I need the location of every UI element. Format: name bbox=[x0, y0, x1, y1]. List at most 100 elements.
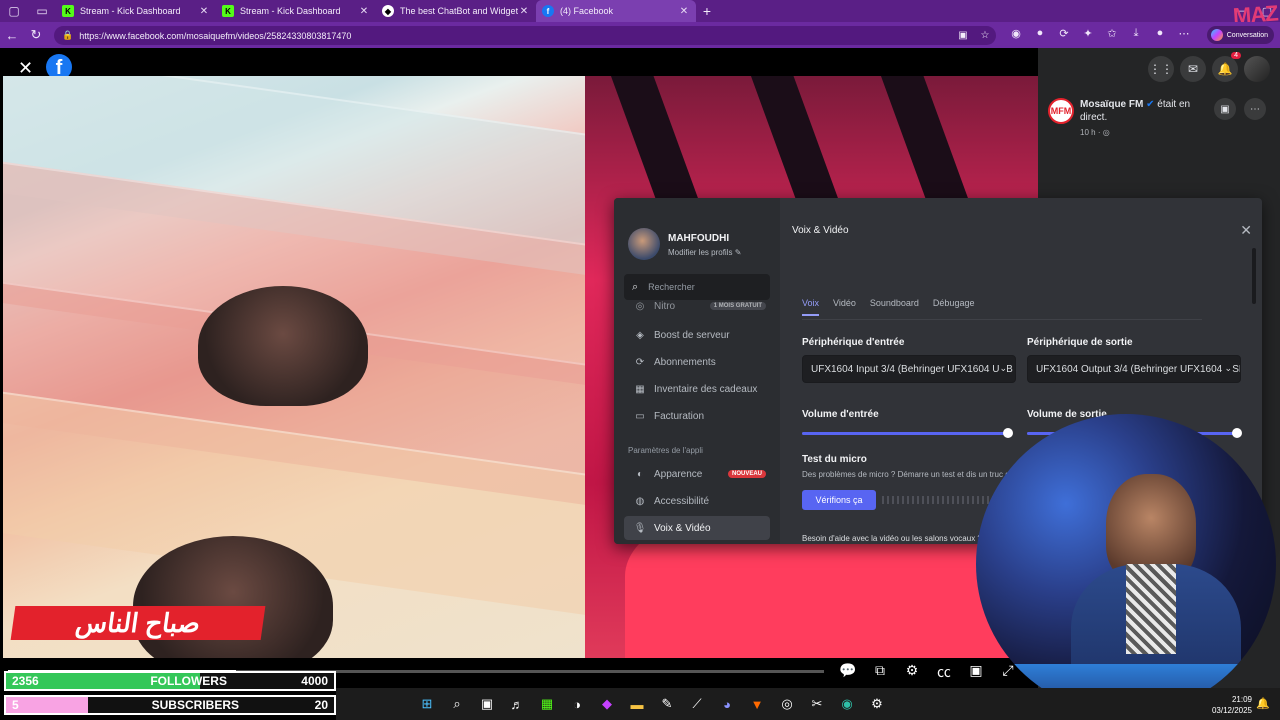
copilot-icon[interactable]: ◆ bbox=[592, 694, 622, 714]
verified-icon: ✔ bbox=[1146, 99, 1158, 110]
nav-item-server-boost[interactable]: ◈ Boost de serveur bbox=[624, 323, 770, 347]
nav-item-subscriptions[interactable]: ⟳ Abonnements bbox=[624, 350, 770, 374]
search-placeholder: Rechercher bbox=[648, 282, 695, 292]
more-options-icon[interactable]: ⋯ bbox=[1244, 98, 1266, 120]
tab-actions-icon[interactable]: ▭ bbox=[28, 0, 56, 22]
brave-icon[interactable]: ▼ bbox=[742, 694, 772, 714]
extension-icon[interactable]: ◉ bbox=[1004, 27, 1028, 40]
tab-title: Stream - Kick Dashboard bbox=[240, 6, 341, 16]
input-volume-slider[interactable] bbox=[802, 428, 1013, 438]
file-explorer-icon[interactable]: ▬ bbox=[622, 694, 652, 714]
url-field[interactable]: 🔒 https://www.facebook.com/mosaiquefm/vi… bbox=[54, 26, 996, 45]
settings-gear-icon[interactable]: ⚙ bbox=[862, 694, 892, 714]
messenger-icon[interactable]: ✉ bbox=[1180, 56, 1206, 82]
output-device-label: Périphérique de sortie bbox=[1027, 337, 1133, 348]
banknotes-image: صباح الناس bbox=[3, 76, 585, 658]
slider-fill bbox=[802, 432, 1008, 435]
reload-icon[interactable]: ↻ bbox=[24, 27, 48, 43]
chat-icon[interactable]: 💬 bbox=[832, 662, 864, 682]
help-footer[interactable]: Besoin d'aide avec la vidéo ou les salon… bbox=[802, 534, 982, 543]
tab-kick-dashboard-1[interactable]: K Stream - Kick Dashboard ✕ bbox=[56, 0, 216, 22]
download-icon[interactable]: ⤓ bbox=[1124, 27, 1148, 40]
post-time[interactable]: 10 h bbox=[1080, 128, 1096, 137]
extension-icon[interactable]: ● bbox=[1028, 27, 1052, 40]
lock-icon[interactable]: 🔒 bbox=[62, 30, 73, 41]
nav-item-billing[interactable]: ▭ Facturation bbox=[624, 404, 770, 428]
tab-debug[interactable]: Débugage bbox=[933, 298, 975, 316]
output-device-select[interactable]: UFX1604 Output 3/4 (Behringer UFX1604 US… bbox=[1027, 355, 1241, 383]
chevron-down-icon: ⌄ bbox=[1224, 363, 1232, 374]
workspaces-icon[interactable]: ▢ bbox=[0, 0, 28, 22]
avatar[interactable] bbox=[1244, 56, 1270, 82]
tab-kick-dashboard-2[interactable]: K Stream - Kick Dashboard ✕ bbox=[216, 0, 376, 22]
tab-chatbot[interactable]: ◆ The best ChatBot and Widgets fo ✕ bbox=[376, 0, 536, 22]
scrollbar[interactable] bbox=[1252, 248, 1256, 304]
profile-icon[interactable]: ● bbox=[1148, 27, 1172, 40]
windows-taskbar: ⊞ ⌕ ▣ ♬ ▦ ◑ ◆ ▬ ✎ ⟋ ◕ ▼ ◎ ✂ ◉ ⚙ 21:09 03… bbox=[336, 688, 1280, 720]
edit-profiles-link[interactable]: Modifier les profils ✎ bbox=[668, 248, 741, 257]
sound-app-icon[interactable]: ♬ bbox=[502, 694, 532, 714]
windows-start-icon[interactable]: ⊞ bbox=[412, 694, 442, 714]
tab-video[interactable]: Vidéo bbox=[833, 298, 856, 316]
screen: ▢ ▭ K Stream - Kick Dashboard ✕ K Stream… bbox=[0, 0, 1280, 720]
favorites-icon[interactable]: ✩ bbox=[1100, 27, 1124, 40]
captions-icon[interactable]: ㏄ bbox=[928, 662, 960, 682]
obs-icon[interactable]: ◎ bbox=[772, 694, 802, 714]
close-icon[interactable]: ✕ bbox=[198, 6, 210, 17]
menu-grid-icon[interactable]: ⋮⋮ bbox=[1148, 56, 1174, 82]
nav-item-accessibility[interactable]: ◍ Accessibilité bbox=[624, 489, 770, 513]
close-icon[interactable]: ✕ bbox=[678, 6, 690, 17]
page-avatar[interactable]: MFM bbox=[1048, 98, 1074, 124]
more-icon[interactable]: ⋯ bbox=[1172, 27, 1196, 40]
tab-facebook[interactable]: f (4) Facebook ✕ bbox=[536, 0, 696, 22]
close-icon[interactable]: ✕ bbox=[1240, 222, 1252, 239]
mic-test-button[interactable]: Vérifions ça bbox=[802, 490, 876, 510]
nav-item-appearance[interactable]: ◐ Apparence NOUVEAU bbox=[624, 462, 770, 486]
nav-item-voice-video[interactable]: 🎙 Voix & Vidéo bbox=[624, 516, 770, 540]
post-author: Mosaïque FM ✔ était en direct. bbox=[1080, 98, 1210, 124]
new-tab-button[interactable]: + bbox=[696, 3, 718, 19]
copilot-button[interactable]: Conversation bbox=[1206, 26, 1274, 44]
tab-soundboard[interactable]: Soundboard bbox=[870, 298, 919, 316]
kick-icon[interactable]: ▦ bbox=[532, 694, 562, 714]
favorite-star-icon[interactable]: ☆ bbox=[974, 30, 996, 41]
app-install-icon[interactable]: ▣ bbox=[952, 30, 974, 41]
save-post-icon[interactable]: ▣ bbox=[1214, 98, 1236, 120]
edit-profiles-label: Modifier les profils bbox=[668, 248, 733, 257]
tab-voice[interactable]: Voix bbox=[802, 298, 820, 316]
app-icon[interactable]: ✎ bbox=[652, 694, 682, 714]
slider-handle[interactable] bbox=[1002, 428, 1013, 438]
system-clock[interactable]: 21:09 03/12/2025 bbox=[1196, 694, 1252, 716]
post-meta: 10 h · ◎ bbox=[1080, 128, 1110, 137]
page-name[interactable]: Mosaïque FM bbox=[1080, 99, 1143, 110]
close-icon[interactable]: ✕ bbox=[518, 6, 530, 17]
input-device-select[interactable]: UFX1604 Input 3/4 (Behringer UFX1604 USB… bbox=[802, 355, 1016, 383]
capcut-icon[interactable]: ✂ bbox=[802, 694, 832, 714]
puzzle-icon[interactable]: ✦ bbox=[1076, 27, 1100, 40]
notifications-bell-icon[interactable]: 🔔 4 bbox=[1212, 52, 1241, 82]
clip-icon[interactable]: ⧉ bbox=[864, 662, 896, 682]
task-view-icon[interactable]: ▣ bbox=[472, 694, 502, 714]
settings-tabs: Voix Vidéo Soundboard Débugage bbox=[802, 298, 988, 316]
discord-icon[interactable]: ◕ bbox=[712, 694, 742, 714]
notifications-bell-icon[interactable]: 🔔 bbox=[1256, 697, 1270, 710]
input-device-label: Périphérique d'entrée bbox=[802, 337, 905, 348]
app-icon[interactable]: ◑ bbox=[562, 694, 592, 714]
extension-toolbar: ◉ ● ⟳ ✦ ✩ ⤓ ● ⋯ bbox=[1004, 27, 1196, 40]
close-icon[interactable]: ✕ bbox=[358, 6, 370, 17]
nav-item-gift-inventory[interactable]: ▦ Inventaire des cadeaux bbox=[624, 377, 770, 401]
nav-label: Boost de serveur bbox=[654, 329, 730, 341]
tab-title: Stream - Kick Dashboard bbox=[80, 6, 181, 16]
app-icon[interactable]: ⟋ bbox=[682, 694, 712, 714]
browser-tab-bar: ▢ ▭ K Stream - Kick Dashboard ✕ K Stream… bbox=[0, 0, 1280, 29]
nav-item-nitro[interactable]: ◎ Nitro 1 MOIS GRATUIT bbox=[624, 297, 770, 315]
nav-label: Nitro bbox=[654, 300, 676, 312]
search-icon[interactable]: ⌕ bbox=[442, 694, 472, 714]
refresh-icon[interactable]: ⟳ bbox=[1052, 27, 1076, 40]
back-icon[interactable]: ← bbox=[0, 28, 24, 43]
subscribers-goal-value: 20 bbox=[314, 698, 328, 712]
settings-gear-icon[interactable]: ⚙ bbox=[896, 662, 928, 682]
edge-icon[interactable]: ◉ bbox=[832, 694, 862, 714]
clock-time: 21:09 bbox=[1231, 695, 1252, 704]
slider-handle[interactable] bbox=[1232, 428, 1242, 438]
